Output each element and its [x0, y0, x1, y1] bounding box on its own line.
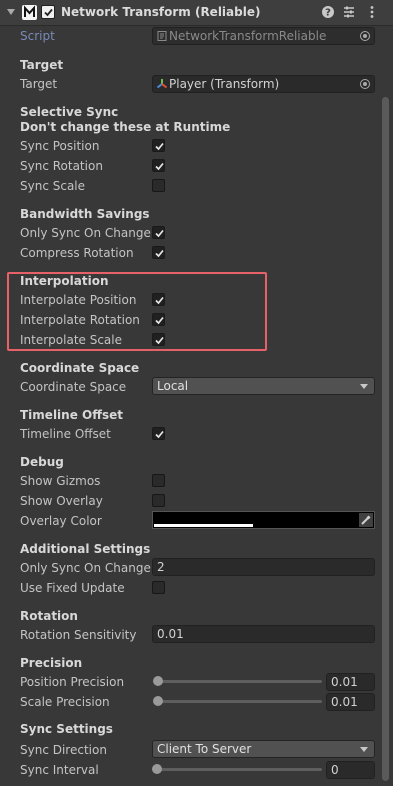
- show-gizmos-label: Show Gizmos: [20, 474, 101, 488]
- timeline-offset-checkbox[interactable]: [152, 427, 165, 440]
- section-timeline-offset-header: Timeline Offset: [20, 408, 123, 422]
- sync-interval-slider-track[interactable]: [156, 768, 322, 771]
- sync-rotation-label: Sync Rotation: [20, 159, 103, 173]
- target-label: Target: [20, 77, 58, 91]
- overlay-color-field[interactable]: [152, 511, 375, 529]
- interpolate-rotation-checkbox[interactable]: [152, 313, 165, 326]
- checkmark-icon: [155, 336, 164, 345]
- section-interpolation-header: Interpolation: [20, 274, 109, 288]
- sync-scale-label: Sync Scale: [20, 179, 86, 193]
- menu-kebab-icon[interactable]: [365, 5, 379, 19]
- show-overlay-label: Show Overlay: [20, 494, 103, 508]
- foldout-arrow-icon[interactable]: [7, 9, 15, 15]
- show-overlay-checkbox[interactable]: [152, 494, 165, 507]
- checkmark-icon: [155, 142, 164, 151]
- use-fixed-update-label: Use Fixed Update: [20, 581, 125, 595]
- scale-precision-label: Scale Precision: [20, 695, 110, 709]
- timeline-offset-label: Timeline Offset: [20, 427, 111, 441]
- dropdown-arrow-icon: [360, 384, 368, 389]
- compress-rotation-checkbox[interactable]: [152, 246, 165, 259]
- svg-text:?: ?: [325, 8, 331, 19]
- section-bandwidth-header: Bandwidth Savings: [20, 207, 150, 221]
- compress-rotation-label: Compress Rotation: [20, 246, 134, 260]
- sync-direction-value: Client To Server: [157, 742, 252, 756]
- only-sync-threshold-label: Only Sync On Change C: [20, 561, 152, 575]
- sync-direction-label: Sync Direction: [20, 743, 107, 757]
- checkmark-icon: [155, 296, 164, 305]
- eyedropper-icon[interactable]: [359, 513, 373, 527]
- use-fixed-update-checkbox[interactable]: [152, 581, 165, 594]
- scale-precision-slider-track[interactable]: [156, 700, 322, 703]
- transform-icon: [156, 79, 168, 89]
- sync-scale-checkbox[interactable]: [152, 179, 165, 192]
- scale-precision-slider-knob[interactable]: [153, 696, 163, 706]
- interpolate-scale-label: Interpolate Scale: [20, 333, 122, 347]
- script-value: NetworkTransformReliable: [169, 29, 327, 43]
- dropdown-arrow-icon: [360, 747, 368, 752]
- component-enabled-checkbox[interactable]: [41, 5, 55, 19]
- coordinate-space-value: Local: [157, 379, 189, 393]
- position-precision-input[interactable]: 0.01: [326, 673, 375, 691]
- interpolate-scale-checkbox[interactable]: [152, 333, 165, 346]
- section-selective-sync-header: Selective Sync: [20, 105, 119, 119]
- scale-precision-input[interactable]: 0.01: [326, 693, 375, 711]
- preset-icon[interactable]: [342, 5, 356, 19]
- interpolate-rotation-label: Interpolate Rotation: [20, 313, 140, 327]
- position-precision-label: Position Precision: [20, 675, 125, 689]
- section-coordinate-space-header: Coordinate Space: [20, 361, 140, 375]
- sync-position-checkbox[interactable]: [152, 139, 165, 152]
- section-additional-settings-header: Additional Settings: [20, 542, 151, 556]
- component-title[interactable]: Network Transform (Reliable): [61, 5, 260, 19]
- section-debug-header: Debug: [20, 455, 64, 469]
- sync-interval-slider-knob[interactable]: [152, 764, 162, 774]
- checkmark-icon: [155, 162, 164, 171]
- target-field[interactable]: Player (Transform): [152, 75, 375, 93]
- coordinate-space-label: Coordinate Space: [20, 380, 127, 394]
- overlay-color-label: Overlay Color: [20, 514, 102, 528]
- checkmark-icon: [155, 316, 164, 325]
- script-file-icon: [157, 31, 167, 41]
- script-label: Script: [20, 29, 55, 43]
- section-sync-settings-header: Sync Settings: [20, 722, 113, 736]
- sync-interval-label: Sync Interval: [20, 763, 99, 777]
- target-value: Player (Transform): [169, 77, 280, 91]
- script-field: NetworkTransformReliable: [152, 27, 375, 45]
- interpolate-position-label: Interpolate Position: [20, 293, 137, 307]
- position-precision-slider-knob[interactable]: [153, 676, 163, 686]
- interpolate-position-checkbox[interactable]: [152, 293, 165, 306]
- checkmark-icon: [155, 229, 164, 238]
- coordinate-space-dropdown[interactable]: Local: [152, 377, 375, 395]
- help-icon[interactable]: ?: [321, 5, 335, 19]
- show-gizmos-checkbox[interactable]: [152, 474, 165, 487]
- component-header: Network Transform (Reliable) ?: [0, 0, 393, 26]
- rotation-sensitivity-label: Rotation Sensitivity: [20, 628, 137, 642]
- position-precision-slider-track[interactable]: [156, 680, 322, 683]
- only-sync-on-change-checkbox[interactable]: [152, 226, 165, 239]
- inspector-scrollbar[interactable]: [382, 97, 389, 781]
- sync-direction-dropdown[interactable]: Client To Server: [152, 740, 375, 758]
- section-precision-header: Precision: [20, 656, 83, 670]
- section-rotation-header: Rotation: [20, 609, 78, 623]
- mirror-logo-icon: [22, 5, 37, 20]
- section-target-header: Target: [20, 58, 64, 72]
- selective-sync-note: Don't change these at Runtime: [20, 120, 231, 134]
- sync-position-label: Sync Position: [20, 139, 100, 153]
- overlay-color-alpha-bar: [154, 524, 253, 527]
- only-sync-threshold-input[interactable]: 2: [152, 558, 375, 576]
- checkmark-icon: [155, 249, 164, 258]
- object-picker-icon: [360, 31, 370, 41]
- sync-interval-input[interactable]: 0: [326, 761, 375, 779]
- only-sync-on-change-label: Only Sync On Change: [20, 226, 151, 240]
- object-picker-icon[interactable]: [360, 79, 370, 89]
- sync-rotation-checkbox[interactable]: [152, 159, 165, 172]
- rotation-sensitivity-input[interactable]: 0.01: [152, 625, 375, 643]
- checkmark-icon: [155, 430, 164, 439]
